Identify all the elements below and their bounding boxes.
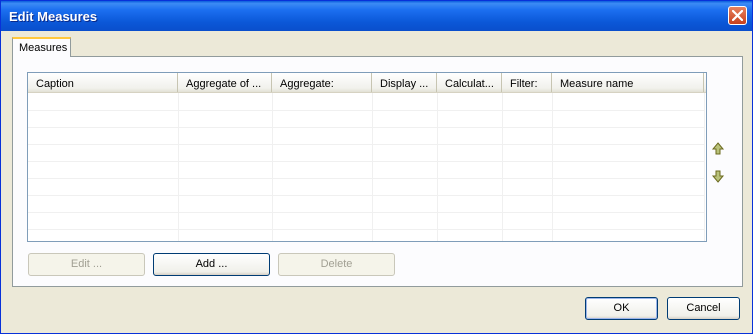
column-divider (178, 93, 179, 241)
grid-row[interactable] (28, 178, 704, 196)
column-header-aggregate[interactable]: Aggregate: (272, 73, 372, 92)
grid-row[interactable] (28, 161, 704, 179)
ok-button[interactable]: OK (585, 297, 658, 320)
arrow-up-icon (711, 142, 725, 155)
column-header-filter[interactable]: Filter: (502, 73, 552, 92)
cancel-button[interactable]: Cancel (667, 297, 740, 320)
column-header-caption[interactable]: Caption (28, 73, 178, 92)
column-header-display[interactable]: Display ... (372, 73, 437, 92)
tab-measures-label: Measures (19, 42, 68, 54)
grid-header: Caption Aggregate of ... Aggregate: Disp… (28, 73, 706, 93)
measures-grid[interactable]: Caption Aggregate of ... Aggregate: Disp… (27, 72, 707, 242)
column-header-calculate[interactable]: Calculat... (437, 73, 502, 92)
column-divider (502, 93, 503, 241)
arrow-down-icon (711, 170, 725, 183)
column-divider (437, 93, 438, 241)
grid-row[interactable] (28, 93, 704, 111)
move-down-button[interactable] (711, 169, 725, 183)
column-divider (704, 93, 705, 241)
tab-measures[interactable]: Measures (12, 37, 71, 57)
edit-button[interactable]: Edit ... (28, 253, 145, 276)
add-button[interactable]: Add ... (153, 253, 270, 276)
grid-row[interactable] (28, 212, 704, 230)
edit-measures-dialog: Edit Measures Measures Caption Aggregate… (0, 0, 753, 334)
grid-row[interactable] (28, 195, 704, 213)
close-icon (732, 10, 743, 21)
grid-row[interactable] (28, 144, 704, 162)
grid-row[interactable] (28, 127, 704, 145)
title-bar[interactable]: Edit Measures (1, 1, 752, 31)
column-divider (372, 93, 373, 241)
column-divider (552, 93, 553, 241)
column-divider (272, 93, 273, 241)
window-title: Edit Measures (9, 9, 98, 24)
close-button[interactable] (728, 6, 747, 25)
delete-button[interactable]: Delete (278, 253, 395, 276)
column-header-measure-name[interactable]: Measure name (552, 73, 704, 92)
column-header-aggregate-of[interactable]: Aggregate of ... (178, 73, 272, 92)
move-up-button[interactable] (711, 142, 725, 156)
grid-row[interactable] (28, 110, 704, 128)
